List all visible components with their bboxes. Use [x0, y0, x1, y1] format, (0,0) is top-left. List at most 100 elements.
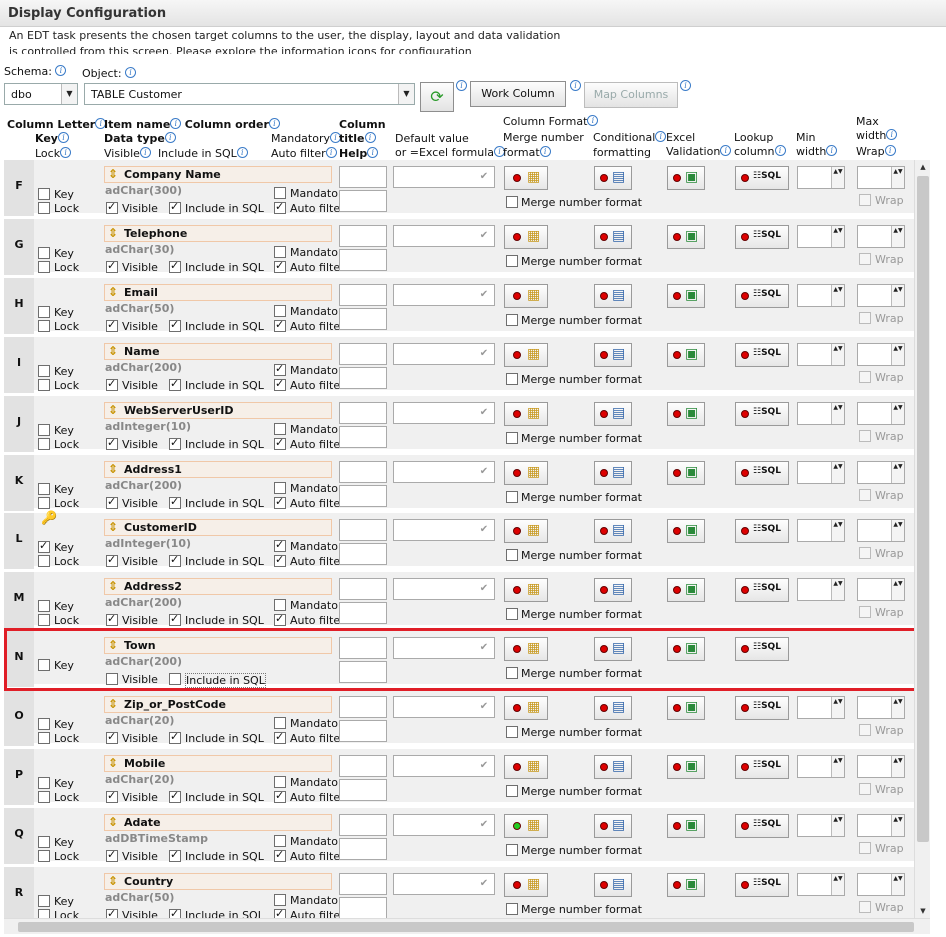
lookup-column-button[interactable]: ☷SQL — [735, 401, 789, 426]
lock-checkbox[interactable] — [38, 732, 50, 745]
mandatory-checkbox[interactable] — [274, 717, 286, 730]
spin-arrows-icon[interactable]: ▲▼ — [831, 579, 844, 601]
visible-checkbox[interactable] — [106, 848, 118, 862]
default-value-select[interactable]: ✔ — [393, 401, 495, 424]
column-format-button[interactable]: ▦ — [504, 224, 548, 249]
reorder-icon[interactable]: ⇕ — [108, 285, 118, 299]
include-sql-checkbox[interactable] — [169, 200, 181, 214]
merge-number-checkbox[interactable] — [506, 431, 518, 444]
spin-arrows-icon[interactable]: ▲▼ — [891, 697, 904, 719]
conditional-formatting-button[interactable]: ▤ — [594, 813, 632, 838]
min-width-spinner[interactable]: ▲▼ — [797, 342, 845, 366]
max-width-spinner[interactable]: ▲▼ — [857, 872, 905, 896]
column-title-input[interactable] — [339, 460, 387, 483]
reorder-icon[interactable]: ⇕ — [108, 874, 118, 888]
max-width-spinner[interactable]: ▲▼ — [857, 342, 905, 366]
include-sql-checkbox[interactable] — [169, 436, 181, 450]
key-checkbox[interactable] — [38, 482, 50, 495]
lock-checkbox[interactable] — [38, 614, 50, 627]
min-width-spinner[interactable]: ▲▼ — [797, 401, 845, 425]
lock-checkbox[interactable] — [38, 849, 50, 862]
merge-number-checkbox[interactable] — [506, 902, 518, 915]
horizontal-scrollbar[interactable] — [4, 918, 930, 934]
column-title-input[interactable] — [339, 224, 387, 247]
item-name-box[interactable]: ⇕ Company Name — [104, 166, 332, 183]
max-width-spinner[interactable]: ▲▼ — [857, 166, 905, 189]
lock-checkbox[interactable] — [38, 202, 50, 214]
mandatory-checkbox[interactable] — [274, 834, 286, 847]
spin-arrows-icon[interactable]: ▲▼ — [831, 520, 844, 542]
default-value-select[interactable]: ✔ — [393, 755, 495, 777]
conditional-formatting-button[interactable]: ▤ — [594, 283, 632, 308]
lock-checkbox[interactable] — [38, 908, 50, 918]
min-width-spinner[interactable]: ▲▼ — [797, 755, 845, 778]
item-name-box[interactable]: ⇕ Address1 — [104, 460, 332, 478]
column-format-button[interactable]: ▦ — [504, 283, 548, 308]
column-title-input[interactable] — [339, 813, 387, 836]
excel-validation-button[interactable]: ▣ — [667, 283, 705, 308]
spin-arrows-icon[interactable]: ▲▼ — [831, 167, 844, 188]
column-help-input[interactable] — [339, 543, 387, 566]
max-width-spinner[interactable]: ▲▼ — [857, 460, 905, 484]
reorder-icon[interactable]: ⇕ — [108, 403, 118, 417]
spin-arrows-icon[interactable]: ▲▼ — [891, 284, 904, 306]
lookup-column-button[interactable]: ☷SQL — [735, 224, 789, 249]
visible-checkbox[interactable] — [106, 200, 118, 214]
min-width-spinner[interactable]: ▲▼ — [797, 813, 845, 837]
min-width-spinner[interactable]: ▲▼ — [797, 696, 845, 720]
default-value-select[interactable]: ✔ — [393, 460, 495, 483]
spin-arrows-icon[interactable]: ▲▼ — [831, 814, 844, 836]
item-name-box[interactable]: ⇕ Telephone — [104, 224, 332, 242]
info-icon[interactable]: i — [570, 80, 581, 91]
merge-number-checkbox[interactable] — [506, 372, 518, 385]
include-sql-checkbox[interactable] — [169, 789, 181, 803]
info-icon[interactable]: i — [680, 80, 691, 91]
spin-arrows-icon[interactable]: ▲▼ — [891, 461, 904, 483]
column-help-input[interactable] — [339, 190, 387, 212]
reorder-icon[interactable]: ⇕ — [108, 579, 118, 593]
item-name-box[interactable]: ⇕ CustomerID — [104, 519, 332, 537]
column-title-input[interactable] — [339, 401, 387, 424]
max-width-spinner[interactable]: ▲▼ — [857, 755, 905, 778]
item-name-box[interactable]: ⇕ Name — [104, 342, 332, 360]
spin-arrows-icon[interactable]: ▲▼ — [891, 579, 904, 601]
auto-filter-checkbox[interactable] — [274, 612, 286, 627]
mandatory-checkbox[interactable] — [274, 481, 286, 494]
item-name-box[interactable]: ⇕ Address2 — [104, 578, 332, 596]
key-checkbox[interactable] — [38, 246, 50, 259]
merge-number-checkbox[interactable] — [506, 785, 518, 797]
spin-arrows-icon[interactable]: ▲▼ — [891, 402, 904, 424]
key-checkbox[interactable] — [38, 835, 50, 848]
conditional-formatting-button[interactable]: ▤ — [594, 519, 632, 544]
column-help-input[interactable] — [339, 248, 387, 271]
excel-validation-button[interactable]: ▣ — [667, 519, 705, 544]
excel-validation-button[interactable]: ▣ — [667, 813, 705, 838]
column-format-button[interactable]: ▦ — [504, 519, 548, 544]
merge-number-checkbox[interactable] — [506, 254, 518, 267]
column-title-input[interactable] — [339, 696, 387, 719]
max-width-spinner[interactable]: ▲▼ — [857, 813, 905, 837]
visible-checkbox[interactable] — [106, 789, 118, 803]
auto-filter-checkbox[interactable] — [274, 553, 286, 568]
auto-filter-checkbox[interactable] — [274, 907, 286, 918]
excel-validation-button[interactable]: ▣ — [667, 342, 705, 367]
mandatory-checkbox[interactable] — [274, 893, 286, 906]
mandatory-checkbox[interactable] — [274, 187, 286, 199]
mandatory-checkbox[interactable] — [274, 538, 286, 553]
excel-validation-button[interactable]: ▣ — [667, 460, 705, 485]
default-value-select[interactable]: ✔ — [393, 813, 495, 836]
mandatory-checkbox[interactable] — [274, 599, 286, 612]
column-format-button[interactable]: ▦ — [504, 578, 548, 603]
merge-number-checkbox[interactable] — [506, 726, 518, 739]
column-help-input[interactable] — [339, 720, 387, 743]
object-select[interactable]: TABLE Customer ▼ — [84, 83, 415, 105]
include-sql-checkbox[interactable] — [169, 259, 181, 273]
lookup-column-button[interactable]: ☷SQL — [735, 813, 789, 838]
auto-filter-checkbox[interactable] — [274, 377, 286, 391]
reorder-icon[interactable]: ⇕ — [108, 226, 118, 240]
max-width-spinner[interactable]: ▲▼ — [857, 283, 905, 307]
auto-filter-checkbox[interactable] — [274, 259, 286, 273]
default-value-select[interactable]: ✔ — [393, 342, 495, 365]
column-title-input[interactable] — [339, 283, 387, 306]
spin-arrows-icon[interactable]: ▲▼ — [891, 873, 904, 895]
